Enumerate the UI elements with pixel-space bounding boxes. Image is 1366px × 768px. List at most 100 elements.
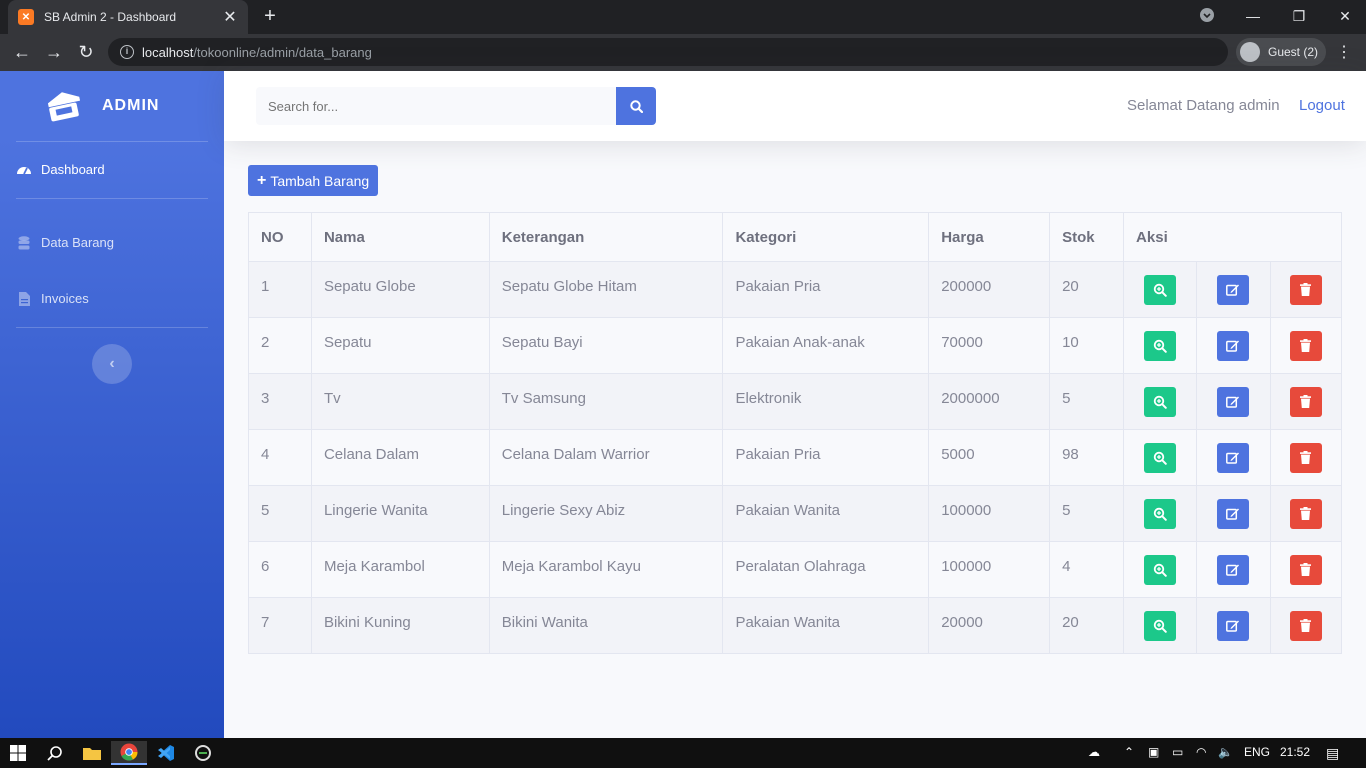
edit-button[interactable] (1217, 442, 1250, 473)
reload-icon[interactable]: ↻ (76, 42, 96, 62)
table-row: 7 Bikini Kuning Bikini Wanita Pakaian Wanit… (248, 597, 1343, 654)
close-window-icon[interactable]: ✕ (1322, 8, 1366, 25)
table-header-row: NO Nama Keterangan Kategori Harga Stok A… (248, 212, 1342, 262)
column-header: NO (248, 212, 312, 262)
chrome-taskbar-icon[interactable] (111, 741, 147, 765)
delete-button[interactable] (1289, 498, 1322, 529)
window-controls: — ❐ ✕ (1184, 0, 1366, 32)
profile-button[interactable]: Guest (2) (1236, 38, 1326, 66)
view-button[interactable] (1144, 386, 1177, 417)
delete-button[interactable] (1289, 442, 1322, 473)
cell-nama: Sepatu (310, 317, 490, 374)
clock[interactable]: 21:52 (1280, 745, 1310, 759)
cell-action (1123, 317, 1197, 374)
cell-stok: 5 (1049, 373, 1125, 430)
wifi-icon[interactable]: ◠ (1196, 745, 1206, 759)
view-button[interactable] (1144, 442, 1177, 473)
cell-stok: 98 (1049, 429, 1125, 486)
cell-action (1269, 485, 1343, 542)
cell-action (1123, 261, 1197, 318)
cell-action (1269, 541, 1343, 598)
sidebar-item-invoices[interactable]: Invoices (16, 291, 89, 306)
edit-button[interactable] (1217, 498, 1250, 529)
taskbar-search-icon[interactable] (37, 741, 73, 765)
windows-start-icon[interactable] (0, 741, 36, 765)
notification-icon[interactable]: ▤ (1326, 745, 1339, 762)
minimize-icon[interactable]: — (1230, 8, 1276, 24)
edit-button[interactable] (1217, 330, 1250, 361)
edit-icon (1226, 283, 1240, 296)
delete-button[interactable] (1289, 554, 1322, 585)
kebab-menu-icon[interactable]: ⋮ (1336, 42, 1352, 62)
edit-button[interactable] (1217, 554, 1250, 585)
cell-action (1269, 317, 1343, 374)
trash-icon (1300, 619, 1312, 632)
table-row: 2 Sepatu Sepatu Bayi Pakaian Anak-anak 70000… (248, 317, 1343, 374)
address-bar[interactable]: i localhost/tokoonline/admin/data_barang (108, 38, 1228, 66)
delete-button[interactable] (1289, 386, 1322, 417)
cell-no: 5 (248, 485, 312, 542)
view-button[interactable] (1144, 330, 1177, 361)
table-row: 3 Tv Tv Samsung Elektronik 2000000 5 (248, 373, 1343, 430)
sidebar-brand[interactable]: ADMIN (0, 71, 224, 141)
search-button[interactable] (616, 87, 656, 125)
cell-kategori: Pakaian Pria (722, 429, 930, 486)
weather-icon[interactable]: ☁ (1088, 745, 1100, 759)
view-button[interactable] (1144, 554, 1177, 585)
edit-button[interactable] (1217, 610, 1250, 641)
maximize-icon[interactable]: ❐ (1276, 8, 1322, 25)
chevron-up-icon[interactable]: ⌃ (1124, 745, 1134, 759)
sidebar-item-dashboard[interactable]: Dashboard (16, 162, 105, 177)
edit-icon (1226, 619, 1240, 632)
sidebar-divider (16, 141, 208, 142)
browser-toolbar: ← → ↻ i localhost/tokoonline/admin/data_… (0, 34, 1366, 71)
cell-nama: Tv (310, 373, 490, 430)
cell-kategori: Pakaian Wanita (722, 485, 930, 542)
edit-icon (1226, 507, 1240, 520)
tab-search-icon[interactable] (1184, 7, 1230, 25)
logout-link[interactable]: Logout (1299, 97, 1345, 114)
tab-close-icon[interactable]: ✕ (222, 7, 238, 27)
windows-taskbar: ☁ ⌃ ▣ ▭ ◠ 🔈 ENG 21:52 ▤ (0, 738, 1366, 768)
cell-action (1269, 261, 1343, 318)
browser-tabstrip: ✕ SB Admin 2 - Dashboard ✕ + — ❐ ✕ (0, 0, 1366, 34)
forward-icon[interactable]: → (44, 42, 64, 62)
delete-button[interactable] (1289, 610, 1322, 641)
view-button[interactable] (1144, 274, 1177, 305)
view-button[interactable] (1144, 610, 1177, 641)
volume-icon[interactable]: 🔈 (1218, 745, 1233, 759)
site-info-icon[interactable]: i (120, 45, 134, 59)
file-icon (16, 291, 32, 306)
cell-action (1196, 541, 1271, 598)
back-icon[interactable]: ← (12, 42, 32, 62)
sidebar-divider (16, 198, 208, 199)
meet-now-icon[interactable]: ▣ (1148, 745, 1159, 759)
delete-button[interactable] (1289, 330, 1322, 361)
language-indicator[interactable]: ENG (1244, 745, 1270, 759)
vscode-icon[interactable] (148, 741, 184, 765)
cell-no: 1 (248, 261, 312, 318)
battery-icon[interactable]: ▭ (1172, 745, 1183, 759)
cell-harga: 200000 (928, 261, 1051, 318)
file-explorer-icon[interactable] (74, 741, 110, 765)
cell-stok: 10 (1049, 317, 1125, 374)
delete-button[interactable] (1289, 274, 1322, 305)
trash-icon (1300, 283, 1312, 296)
cell-stok: 4 (1049, 541, 1125, 598)
new-tab-icon[interactable]: + (260, 6, 280, 26)
cell-nama: Lingerie Wanita (310, 485, 490, 542)
add-item-button[interactable]: + Tambah Barang (248, 165, 378, 196)
app-icon[interactable] (185, 741, 221, 765)
edit-button[interactable] (1217, 274, 1250, 305)
browser-tab[interactable]: ✕ SB Admin 2 - Dashboard ✕ (8, 0, 248, 34)
trash-icon (1300, 339, 1312, 352)
cell-no: 4 (248, 429, 312, 486)
sidebar-toggle-button[interactable]: ‹ (92, 344, 132, 384)
cell-harga: 100000 (928, 541, 1051, 598)
cell-action (1123, 597, 1197, 654)
edit-button[interactable] (1217, 386, 1250, 417)
sidebar-item-data-barang[interactable]: Data Barang (16, 235, 114, 250)
cell-action (1196, 485, 1271, 542)
view-button[interactable] (1144, 498, 1177, 529)
search-input[interactable] (256, 87, 616, 125)
